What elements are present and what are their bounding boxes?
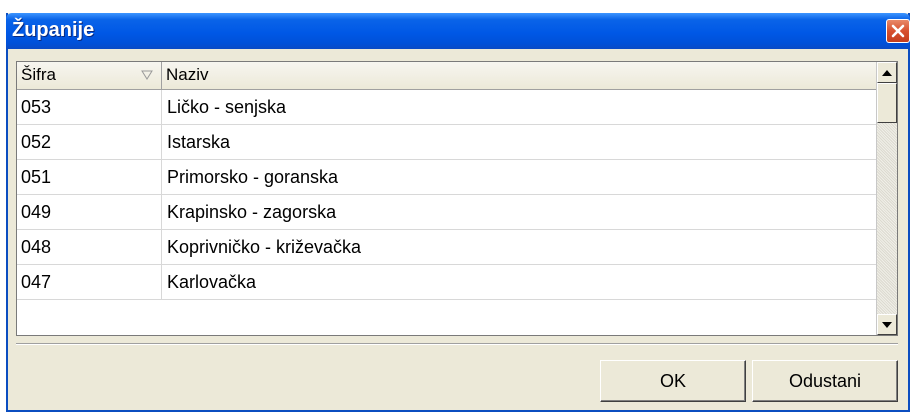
arrow-up-icon (882, 69, 892, 76)
ok-button[interactable]: OK (600, 360, 746, 402)
cell-naziv: Krapinsko - zagorska (167, 202, 337, 222)
column-header-sifra[interactable]: Šifra (17, 62, 162, 89)
cell-naziv: Ličko - senjska (167, 97, 287, 117)
close-icon (891, 24, 905, 38)
cancel-button[interactable]: Odustani (752, 360, 898, 402)
cell-sifra: 051 (17, 160, 162, 194)
column-header-naziv[interactable]: Naziv (162, 62, 877, 89)
cell-sifra: 053 (17, 90, 162, 124)
table-row[interactable]: 053 Ličko - senjska (17, 90, 877, 125)
counties-grid[interactable]: Šifra Naziv 053 Ličko - senjska 052 Ista… (16, 61, 898, 336)
table-row[interactable]: 047 Karlovačka (17, 265, 877, 300)
cell-naziv: Istarska (167, 132, 231, 152)
cell-sifra: 048 (17, 230, 162, 264)
table-row[interactable]: 049 Krapinsko - zagorska (17, 195, 877, 230)
scroll-down-button[interactable] (877, 314, 897, 335)
cell-naziv: Karlovačka (167, 272, 257, 292)
window-title: Županije (12, 19, 95, 41)
cell-sifra: 052 (17, 125, 162, 159)
vertical-scrollbar[interactable] (876, 62, 897, 335)
sort-descending-icon (141, 70, 153, 80)
grid-rows: 053 Ličko - senjska 052 Istarska 051 Pri… (17, 90, 877, 300)
table-row[interactable]: 051 Primorsko - goranska (17, 160, 877, 195)
column-header-label: Šifra (21, 65, 56, 84)
scroll-thumb[interactable] (877, 83, 897, 123)
dialog-window: Županije Šifra Naziv 053 Ličko - senjska (6, 13, 910, 412)
close-button[interactable] (886, 19, 910, 43)
cell-naziv: Primorsko - goranska (167, 167, 339, 187)
title-bar[interactable]: Županije (6, 13, 910, 49)
grid-header: Šifra Naziv (17, 62, 877, 90)
separator (16, 343, 898, 345)
column-header-label: Naziv (166, 65, 209, 84)
table-row[interactable]: 048 Koprivničko - križevačka (17, 230, 877, 265)
cell-sifra: 049 (17, 195, 162, 229)
table-row[interactable]: 052 Istarska (17, 125, 877, 160)
cell-sifra: 047 (17, 265, 162, 299)
arrow-down-icon (882, 321, 892, 328)
cell-naziv: Koprivničko - križevačka (167, 237, 362, 257)
scroll-up-button[interactable] (877, 62, 897, 83)
